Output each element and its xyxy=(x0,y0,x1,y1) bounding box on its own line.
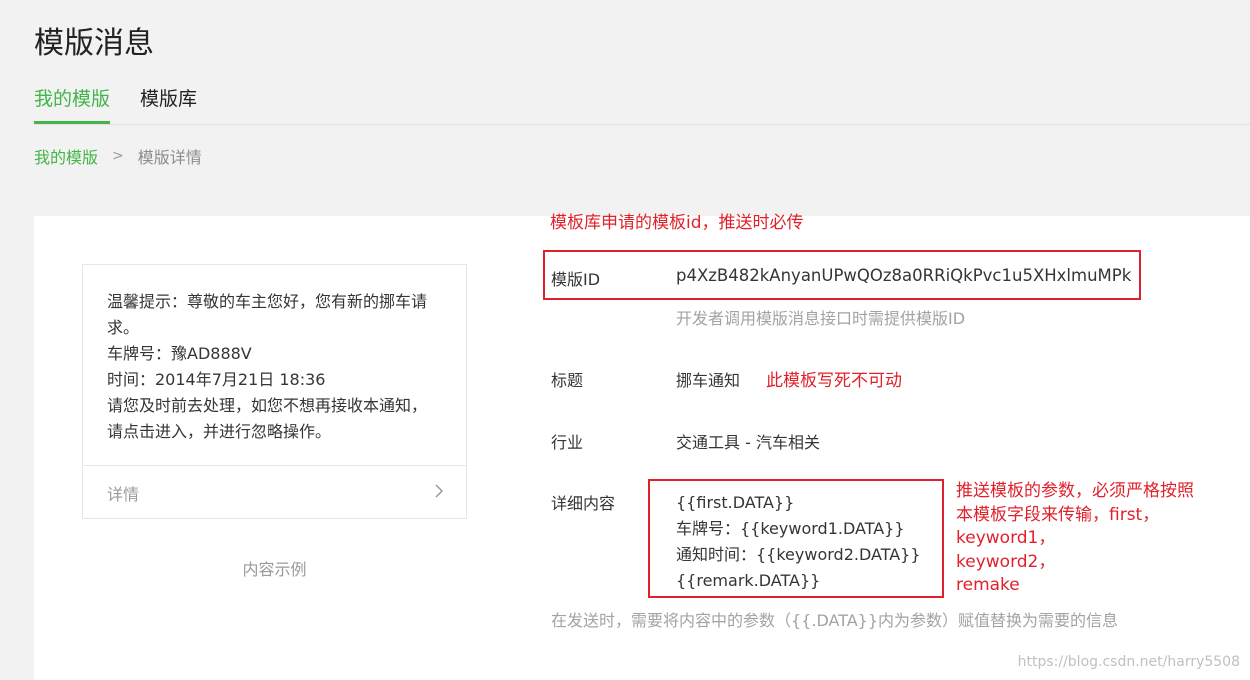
annotation-content-line: 本模板字段来传输，first， xyxy=(956,504,1160,525)
annotation-template-id: 模板库申请的模板id，推送时必传 xyxy=(550,213,804,233)
chevron-right-icon xyxy=(434,482,444,503)
title-label: 标题 xyxy=(551,371,584,390)
preview-line: 求。 xyxy=(107,318,140,337)
message-preview-card: 温馨提示：尊敬的车主您好，您有新的挪车请 求。 车牌号：豫AD888V 时间：2… xyxy=(82,264,467,519)
preview-line: 请点击进入，并进行忽略操作。 xyxy=(107,422,332,441)
preview-line: 车牌号：豫AD888V xyxy=(107,344,252,363)
preview-caption: 内容示例 xyxy=(242,560,307,579)
preview-line: 时间：2014年7月21日 18:36 xyxy=(107,370,326,389)
content-hint: 在发送时，需要将内容中的参数（{{.DATA}}内为参数）赋值替换为需要的信息 xyxy=(551,611,1119,630)
annotation-content: 推送模板的参数，必须严格按照 本模板字段来传输，first， keyword1，… xyxy=(956,480,1194,598)
template-id-value: p4XzB482kAnyanUPwQOz8a0RRiQkPvc1u5XHxlmu… xyxy=(676,266,1132,285)
breadcrumb-current: 模版详情 xyxy=(137,148,202,167)
annotation-content-line: 推送模板的参数，必须严格按照 xyxy=(956,481,1194,501)
industry-label: 行业 xyxy=(551,433,584,452)
preview-line: 请您及时前去处理，如您不想再接收本通知， xyxy=(107,396,428,415)
annotation-content-line: keyword1， xyxy=(956,528,1056,548)
preview-line: 温馨提示：尊敬的车主您好，您有新的挪车请 xyxy=(107,292,428,311)
annotation-content-line: keyword2， xyxy=(956,551,1056,572)
annotation-content-line: remake xyxy=(956,575,1020,595)
tabs-divider xyxy=(34,124,1250,125)
breadcrumb-my-templates-link[interactable]: 我的模版 xyxy=(34,144,98,168)
breadcrumb: 我的模版 > 模版详情 xyxy=(34,144,202,168)
breadcrumb-separator-icon: > xyxy=(112,148,124,164)
annotation-title: 此模板写死不可动 xyxy=(766,371,902,391)
content-label: 详细内容 xyxy=(551,494,616,513)
tab-my-templates[interactable]: 我的模版 xyxy=(34,84,111,124)
preview-body: 温馨提示：尊敬的车主您好，您有新的挪车请 求。 车牌号：豫AD888V 时间：2… xyxy=(83,265,466,445)
watermark: https://blog.csdn.net/harry5508 xyxy=(1017,654,1240,670)
content-lines: {{first.DATA}} 车牌号：{{keyword1.DATA}} 通知时… xyxy=(676,490,921,594)
template-id-label: 模版ID xyxy=(551,270,601,289)
content-line: {{remark.DATA}} xyxy=(676,571,821,590)
template-id-hint: 开发者调用模版消息接口时需提供模版ID xyxy=(676,309,966,328)
content-line: 通知时间：{{keyword2.DATA}} xyxy=(676,545,921,564)
industry-value: 交通工具 - 汽车相关 xyxy=(676,433,820,452)
title-value: 挪车通知 xyxy=(676,371,741,390)
preview-details-label: 详情 xyxy=(107,484,140,504)
tab-template-library[interactable]: 模版库 xyxy=(140,84,197,124)
content-line: 车牌号：{{keyword1.DATA}} xyxy=(676,519,905,538)
preview-details-link[interactable]: 详情 xyxy=(83,465,466,519)
page-title: 模版消息 xyxy=(34,26,154,61)
tab-bar: 我的模版 模版库 xyxy=(34,84,197,124)
content-line: {{first.DATA}} xyxy=(676,493,795,512)
